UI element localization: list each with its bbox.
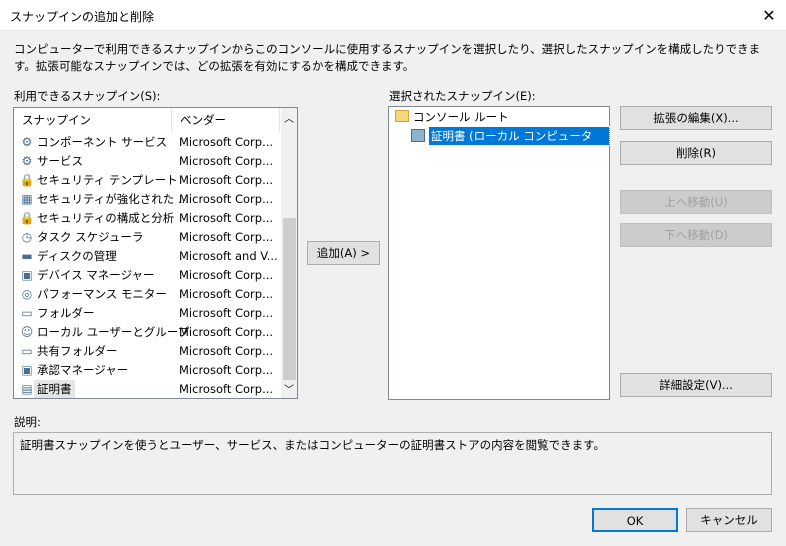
edit-extensions-button[interactable]: 拡張の編集(X)... <box>620 106 772 130</box>
list-item[interactable]: ◎ パフォーマンス モニター Microsoft Corp... <box>14 285 280 304</box>
list-item[interactable]: ▣ デバイス マネージャー Microsoft Corp... <box>14 266 280 285</box>
security-analysis-icon: 🔒 <box>19 211 35 225</box>
snapin-name: ディスクの管理 <box>37 249 117 263</box>
snapin-vendor: Microsoft Corp... <box>179 211 274 225</box>
snapin-vendor: Microsoft Corp... <box>179 363 274 377</box>
snapin-name: 承認マネージャー <box>37 363 129 377</box>
close-icon[interactable]: ✕ <box>752 0 786 31</box>
list-item[interactable]: ☺ ローカル ユーザーとグループ Microsoft Corp... <box>14 323 280 342</box>
remove-button[interactable]: 削除(R) <box>620 141 772 165</box>
window-title: スナップインの追加と削除 <box>10 10 155 24</box>
snapin-name: フォルダー <box>37 306 95 320</box>
list-item[interactable]: ▭ 共有フォルダー Microsoft Corp... <box>14 342 280 361</box>
list-item[interactable]: ▦ セキュリティが強化された ... Microsoft Corp... <box>14 190 280 209</box>
snapin-vendor: Microsoft Corp... <box>179 325 274 339</box>
folder-icon: ▭ <box>21 306 33 320</box>
description-text: 証明書スナップインを使うとユーザー、サービス、またはコンピューターの証明書ストア… <box>13 432 772 495</box>
snapin-vendor: Microsoft Corp... <box>179 382 274 396</box>
description-label: 説明: <box>14 415 41 429</box>
snapin-name: ローカル ユーザーとグループ <box>37 325 190 339</box>
list-item[interactable]: ▤ 証明書 Microsoft Corp... <box>14 380 280 398</box>
folder-icon <box>395 110 409 122</box>
gear-icon: ⚙ <box>21 154 33 168</box>
snapin-vendor: Microsoft Corp... <box>179 268 274 282</box>
list-item[interactable]: ▣ 承認マネージャー Microsoft Corp... <box>14 361 280 380</box>
move-down-button[interactable]: 下へ移動(D) <box>620 223 772 247</box>
list-item[interactable]: 🔒 セキュリティ テンプレート Microsoft Corp... <box>14 171 280 190</box>
scroll-down-icon[interactable]: ﹀ <box>284 381 294 396</box>
snapin-vendor: Microsoft Corp... <box>179 192 274 206</box>
column-header-snapin[interactable]: スナップイン <box>14 108 172 132</box>
authorization-icon: ▣ <box>21 363 33 377</box>
list-item[interactable]: ⚙ サービス Microsoft Corp... <box>14 152 280 171</box>
intro-text: コンピューターで利用できるスナップインからこのコンソールに使用するスナップインを… <box>14 42 761 73</box>
snapin-vendor: Microsoft Corp... <box>179 173 274 187</box>
tree-item-certificates[interactable]: 証明書 (ローカル コンピューター) <box>428 126 610 161</box>
list-item[interactable]: ⚙ コンポーネント サービス Microsoft Corp... <box>14 133 280 152</box>
list-item[interactable]: ◷ タスク スケジューラ Microsoft Corp... <box>14 228 280 247</box>
snapin-name: 共有フォルダー <box>37 344 118 358</box>
snapin-vendor: Microsoft Corp... <box>179 230 274 244</box>
column-header-vendor[interactable]: ベンダー <box>172 108 280 132</box>
performance-icon: ◎ <box>21 287 33 301</box>
scroll-up-icon[interactable]: ︿ <box>284 110 294 125</box>
advanced-button[interactable]: 詳細設定(V)... <box>620 373 772 397</box>
snapin-vendor: Microsoft and V... <box>179 249 278 263</box>
snapin-vendor: Microsoft Corp... <box>179 287 274 301</box>
snapin-name: タスク スケジューラ <box>37 230 144 244</box>
list-item[interactable]: ▭ フォルダー Microsoft Corp... <box>14 304 280 323</box>
scrollbar-thumb[interactable] <box>283 218 296 380</box>
ok-button[interactable]: OK <box>592 508 678 532</box>
move-up-button[interactable]: 上へ移動(U) <box>620 190 772 214</box>
cancel-button[interactable]: キャンセル <box>686 508 772 532</box>
snapin-vendor: Microsoft Corp... <box>179 344 274 358</box>
snapin-vendor: Microsoft Corp... <box>179 306 274 320</box>
available-label: 利用できるスナップイン(S): <box>14 89 161 103</box>
snapin-name: コンポーネント サービス <box>37 135 168 149</box>
certificate-icon: ▤ <box>21 382 33 396</box>
shared-folder-icon: ▭ <box>21 344 33 358</box>
users-icon: ☺ <box>20 325 34 339</box>
snapin-vendor: Microsoft Corp... <box>179 135 274 149</box>
firewall-icon: ▦ <box>21 192 33 206</box>
selected-label: 選択されたスナップイン(E): <box>389 89 536 103</box>
certificate-icon <box>411 129 425 142</box>
snapin-name: セキュリティが強化された ... <box>37 192 189 206</box>
snapin-name: セキュリティ テンプレート <box>37 173 178 187</box>
security-template-icon: 🔒 <box>19 173 35 187</box>
component-services-icon: ⚙ <box>21 135 33 149</box>
device-manager-icon: ▣ <box>21 268 33 282</box>
selected-snapins-tree[interactable]: コンソール ルート 証明書 (ローカル コンピューター) <box>388 106 610 400</box>
snapin-name: セキュリティの構成と分析 <box>37 211 175 225</box>
clock-icon: ◷ <box>21 230 33 244</box>
snapin-name: サービス <box>37 154 83 168</box>
snapin-name: 証明書 <box>34 380 75 398</box>
snapin-name: デバイス マネージャー <box>37 268 155 282</box>
available-snapins-list[interactable]: スナップイン ベンダー ⚙ コンポーネント サービス Microsoft Corp.… <box>13 107 298 399</box>
snapin-vendor: Microsoft Corp... <box>179 154 274 168</box>
snapin-name: パフォーマンス モニター <box>37 287 167 301</box>
list-item[interactable]: ▬ ディスクの管理 Microsoft and V... <box>14 247 280 266</box>
disk-icon: ▬ <box>21 249 33 263</box>
tree-root[interactable]: コンソール ルート <box>413 109 509 125</box>
add-button[interactable]: 追加(A) > <box>307 241 380 265</box>
list-item[interactable]: 🔒 セキュリティの構成と分析 Microsoft Corp... <box>14 209 280 228</box>
